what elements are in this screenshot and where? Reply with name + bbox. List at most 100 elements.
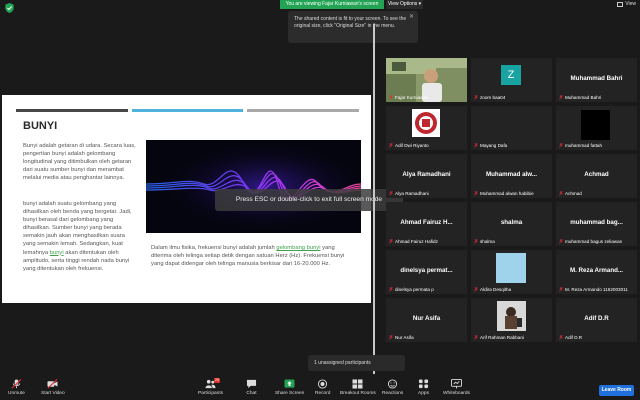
shield-icon[interactable]: [5, 3, 14, 13]
muted-mic-icon: [474, 95, 478, 100]
bunyi-link[interactable]: bunyi: [50, 250, 64, 256]
breakout-rooms-button[interactable]: Breakout Rooms: [340, 379, 376, 396]
participant-name-large: Adif D.R: [584, 315, 609, 322]
participant-tile[interactable]: Muhammad Bahri Muhammad Bahri: [556, 58, 637, 102]
start-video-button[interactable]: Start Video: [41, 379, 65, 396]
participant-tile[interactable]: muhammad bag... muhammad bagus zeliawan: [556, 202, 637, 246]
meeting-toolbar: Unmute Start Video Participants 25 Chat …: [0, 375, 640, 400]
participant-name-label: muhammad fattah: [559, 143, 602, 148]
participant-name: Adif Dwi Riyanto: [395, 143, 429, 148]
participant-avatar: [496, 253, 526, 283]
participant-name-large: Muhammad Bahri: [570, 75, 623, 82]
share-screen-button[interactable]: Share Screen: [275, 379, 304, 396]
participant-tile[interactable]: Arif Rahman Rabbani: [471, 298, 552, 342]
grid-icon: [617, 1, 624, 7]
close-icon[interactable]: ✕: [409, 14, 414, 21]
paragraph-2-text-a: bunyi adalah suatu gelombang yang dihasi…: [23, 201, 132, 256]
chat-icon: [246, 379, 257, 389]
caption-text-a: Dalam ilmu fisika, frekuensi bunyi adala…: [151, 245, 277, 251]
view-options-label: View Options: [387, 1, 418, 7]
participant-name-label: Arif Rahman Rabbani: [474, 335, 524, 340]
participant-name-label: Adif Dwi Riyanto: [389, 143, 429, 148]
muted-mic-icon: [389, 239, 393, 244]
participant-tile[interactable]: shalma shalma: [471, 202, 552, 246]
participant-name-large: shalma: [500, 219, 523, 226]
participant-name-label: zoom baa04: [474, 95, 505, 100]
muted-mic-icon: [389, 191, 393, 196]
participant-name-large: Muhammad alw...: [486, 171, 537, 178]
muted-mic-icon: [559, 335, 563, 340]
participant-name-label: shalma: [474, 239, 495, 244]
participant-tile[interactable]: Alya Ramadhani Alya Ramadhani: [386, 154, 467, 198]
chat-button[interactable]: Chat: [246, 379, 257, 396]
participant-name-label: Aldira Desqitha: [474, 287, 511, 292]
participant-name: Nur Asifa: [395, 335, 414, 340]
participant-tile[interactable]: Adif Dwi Riyanto: [386, 106, 467, 150]
sound-wave-image: [146, 140, 361, 233]
muted-mic-icon: [11, 379, 22, 389]
participant-name: Arif Rahman Rabbani: [480, 335, 524, 340]
breakout-rooms-icon: [352, 379, 363, 389]
whiteboard-icon: [451, 379, 462, 389]
participant-name: muhammad fattah: [565, 143, 603, 148]
participant-tile[interactable]: Adif D.R Adif D.R: [556, 298, 637, 342]
unmute-button[interactable]: Unmute: [8, 379, 25, 396]
muted-mic-icon: [474, 191, 478, 196]
apps-icon: [418, 379, 429, 389]
whiteboards-label: Whiteboards: [443, 391, 470, 396]
participant-tile[interactable]: M. Reza Armand... M. Reza Armando 1162003…: [556, 250, 637, 294]
muted-mic-icon: [474, 143, 478, 148]
apps-button[interactable]: Apps: [418, 379, 429, 396]
participant-name-large: Alya Ramadhani: [402, 171, 451, 178]
breakout-rooms-label: Breakout Rooms: [340, 391, 376, 396]
participant-tile[interactable]: Nur Asifa Nur Asifa: [386, 298, 467, 342]
participant-name: Mayang Dafa: [480, 143, 508, 148]
participant-tile[interactable]: Ahmad Fairuz H... Ahmad Fairuz Hafidz: [386, 202, 467, 246]
muted-mic-icon: [559, 95, 563, 100]
participant-tile[interactable]: Aldira Desqitha: [471, 250, 552, 294]
muted-mic-icon: [559, 191, 563, 196]
reactions-icon: [388, 379, 398, 389]
whiteboards-button[interactable]: Whiteboards: [443, 379, 470, 396]
share-screen-icon: [284, 379, 295, 388]
view-options-button[interactable]: View Options ▾: [386, 0, 423, 9]
split-divider[interactable]: [373, 24, 375, 374]
muted-mic-icon: [389, 287, 393, 292]
participant-tile[interactable]: muhammad fattah: [556, 106, 637, 150]
leave-room-button[interactable]: Leave Room: [599, 385, 634, 396]
unassigned-participants-notice[interactable]: 1 unassigned participants: [308, 355, 405, 371]
slide-bar-blue: [131, 109, 244, 112]
participant-tile[interactable]: Mayang Dafa: [471, 106, 552, 150]
slide-paragraph-1: Bunyi adalah getaran di udara. Secara lu…: [23, 143, 136, 182]
muted-mic-icon: [474, 239, 478, 244]
participant-name: Alya Ramadhani: [395, 191, 429, 196]
participant-name: M. Reza Armando 1162003011: [565, 287, 628, 292]
participant-tile[interactable]: Muhammad alw... Muhammad alwan habibie: [471, 154, 552, 198]
muted-mic-icon: [474, 335, 478, 340]
participant-tile[interactable]: Zzoom baa04: [471, 58, 552, 102]
muted-mic-icon: [474, 287, 478, 292]
view-button[interactable]: View: [617, 1, 636, 7]
participant-name-label: Muhammad Bahri: [559, 95, 601, 100]
viewing-banner: You are viewing Fajar Kurniawan's screen: [280, 0, 384, 9]
start-video-label: Start Video: [41, 391, 65, 396]
muted-mic-icon: [389, 95, 393, 100]
slide-caption: Dalam ilmu fisika, frekuensi bunyi adala…: [151, 244, 351, 268]
record-button[interactable]: Record: [315, 379, 330, 396]
participant-name-label: dinelsya permata p: [389, 287, 434, 292]
participant-name: Adif D.R: [565, 335, 583, 340]
participant-name-large: Achmad: [584, 171, 609, 178]
participant-tile[interactable]: Fajar Kurniawan: [386, 58, 467, 102]
participant-name: zoom baa04: [480, 95, 506, 100]
participant-name: muhammad bagus zeliawan: [565, 239, 623, 244]
participant-name: Ahmad Fairuz Hafidz: [395, 239, 438, 244]
gelombang-bunyi-link[interactable]: gelombang bunyi: [276, 245, 320, 251]
apps-label: Apps: [418, 391, 429, 396]
participant-name: Muhammad alwan habibie: [480, 191, 534, 196]
participant-name-label: Muhammad alwan habibie: [474, 191, 534, 196]
participant-name: Achmad: [565, 191, 582, 196]
participant-tile[interactable]: Achmad Achmad: [556, 154, 637, 198]
participant-name-label: M. Reza Armando 1162003011: [559, 287, 628, 292]
reactions-button[interactable]: Reactions: [382, 379, 403, 396]
participant-tile[interactable]: dinelsya permat... dinelsya permata p: [386, 250, 467, 294]
